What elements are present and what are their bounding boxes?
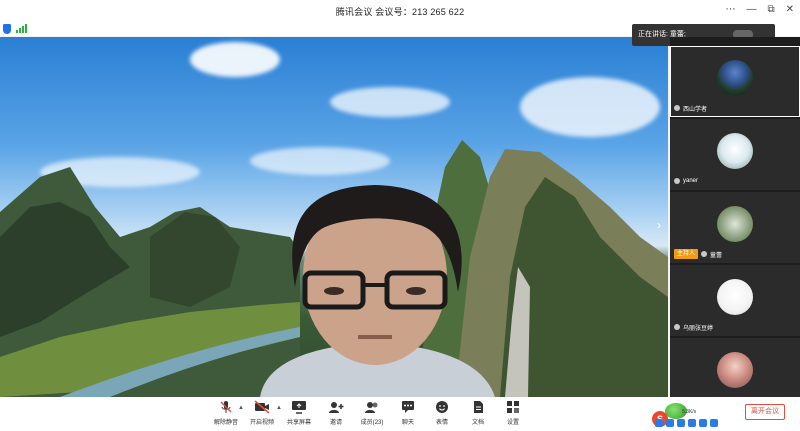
network-speed: 5.3K/s	[682, 409, 697, 415]
participant-panel: 西山学者 yaner 主持人 童蕾 乌丽张豆婷	[670, 37, 800, 397]
start-video-button[interactable]: 开启视频	[244, 400, 280, 430]
tray-grid-icon[interactable]	[710, 419, 718, 427]
tray-mic-icon[interactable]	[666, 419, 674, 427]
participant-name-row: 主持人 童蕾	[674, 249, 722, 259]
participant-tile[interactable]: 西山学者	[670, 46, 800, 117]
avatar	[717, 60, 753, 96]
participant-tile[interactable]: yaner	[670, 119, 800, 190]
settings-button[interactable]: 设置	[495, 400, 531, 430]
avatar	[717, 279, 753, 315]
meeting-window: 腾讯会议 会议号：213 265 622 ⋯ — ⧉ ✕ › 正在讲话: 童蕾;…	[0, 0, 800, 431]
participant-tile[interactable]: 主持人 童蕾	[670, 192, 800, 263]
chat-icon	[400, 400, 416, 414]
chat-button[interactable]: 聊天	[390, 400, 426, 430]
mic-muted-icon	[674, 324, 680, 330]
tray-shirt-icon[interactable]	[699, 419, 707, 427]
reactions-button[interactable]: 表情	[424, 400, 460, 430]
participant-name: 童蕾	[710, 252, 723, 259]
close-icon[interactable]: ✕	[786, 3, 794, 17]
emoji-icon	[434, 400, 450, 414]
host-badge: 主持人	[674, 249, 699, 259]
more-icon[interactable]: ⋯	[725, 3, 735, 17]
members-button[interactable]: 成员(23)	[354, 400, 390, 430]
document-icon	[470, 400, 486, 414]
invite-button[interactable]: 邀请	[318, 400, 354, 430]
tray-punctuation-icon[interactable]	[655, 419, 663, 427]
settings-icon	[505, 400, 521, 414]
documents-button[interactable]: 文档	[460, 400, 496, 430]
members-icon	[364, 400, 380, 414]
share-screen-button[interactable]: 共享屏幕	[281, 400, 317, 430]
signal-icon[interactable]	[16, 24, 27, 33]
avatar	[717, 352, 753, 388]
screen-share-icon	[291, 400, 307, 414]
collapse-panel-icon[interactable]: ›	[657, 218, 661, 232]
participant-tile[interactable]: 乌丽张豆婷	[670, 265, 800, 336]
mic-muted-icon	[218, 400, 234, 414]
system-tray	[655, 417, 759, 429]
participant-tile[interactable]: 王铭	[670, 338, 800, 397]
tray-person-icon[interactable]	[688, 419, 696, 427]
participant-name: 乌丽张豆婷	[683, 325, 714, 332]
mic-icon	[701, 251, 708, 257]
participant-name-row: 西山学者	[674, 103, 707, 113]
window-controls: ⋯ — ⧉ ✕	[725, 3, 794, 17]
participant-name-row: yaner	[674, 176, 698, 186]
main-video	[0, 37, 668, 397]
avatar	[717, 206, 753, 242]
invite-icon	[328, 400, 344, 414]
restore-icon[interactable]: ⧉	[767, 3, 774, 17]
minimize-icon[interactable]: —	[746, 3, 756, 17]
mic-muted-icon	[674, 105, 680, 111]
window-title: 腾讯会议 会议号：213 265 622	[335, 6, 465, 17]
avatar	[717, 133, 753, 169]
mic-muted-icon	[674, 178, 680, 184]
participant-name: yaner	[683, 178, 699, 184]
camera-off-icon	[254, 400, 270, 414]
participant-name: 西山学者	[683, 106, 708, 113]
title-bar: 腾讯会议 会议号：213 265 622 ⋯ — ⧉ ✕	[0, 0, 800, 22]
tray-keyboard-icon[interactable]	[677, 419, 685, 427]
participant-name-row: 乌丽张豆婷	[674, 322, 713, 332]
security-shield-icon[interactable]	[3, 24, 11, 34]
speaker-person	[260, 185, 495, 397]
